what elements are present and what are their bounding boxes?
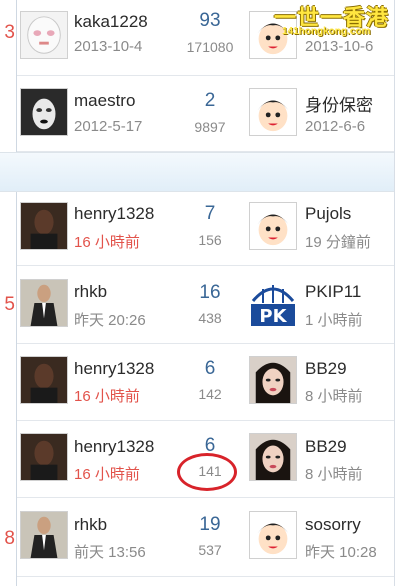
reply-count: 19 xyxy=(199,514,221,535)
author-name[interactable]: henry1328 xyxy=(74,437,154,457)
author-name[interactable]: henry1328 xyxy=(74,359,154,379)
thread-row[interactable]: 5 rhkb 昨天 20:26 16 438 PK PKIP11 1 小時前 xyxy=(4,266,394,344)
author-name[interactable]: maestro xyxy=(74,91,135,111)
author-name[interactable]: rhkb xyxy=(74,282,107,302)
last-poster-name[interactable]: Pujols xyxy=(305,204,351,224)
last-post-time: 8 小時前 xyxy=(305,388,363,405)
last-poster-name[interactable]: sosorry xyxy=(305,515,361,535)
last-post-time: 2012-6-6 xyxy=(305,118,366,135)
last-poster-name[interactable]: 身份保密 xyxy=(305,91,373,116)
view-count: 438 xyxy=(198,310,222,326)
last-post-time: 19 分鐘前 xyxy=(305,234,371,251)
girl-avatar[interactable] xyxy=(249,356,297,404)
reply-count: 93 xyxy=(199,10,221,31)
man-avatar[interactable] xyxy=(20,433,68,481)
highlight-circle xyxy=(177,453,237,491)
view-count: 9897 xyxy=(194,119,226,135)
frame-right-border xyxy=(394,0,395,586)
author-time: 16 小時前 xyxy=(74,388,140,405)
author-name[interactable]: henry1328 xyxy=(74,204,154,224)
author-time: 2013-10-4 xyxy=(74,38,143,55)
row-index: 8 xyxy=(4,528,15,549)
girl-avatar[interactable] xyxy=(249,433,297,481)
pk-logo-avatar[interactable]: PK xyxy=(249,279,297,327)
reply-count: 6 xyxy=(204,358,216,379)
suit-avatar[interactable] xyxy=(20,279,68,327)
reply-count: 2 xyxy=(204,90,216,111)
thread-row[interactable]: henry1328 16 小時前 6 142 BB29 8 小時前 xyxy=(17,344,394,421)
view-count: 142 xyxy=(198,386,222,402)
last-poster-name[interactable]: BB29 xyxy=(305,359,347,379)
author-name[interactable]: rhkb xyxy=(74,515,107,535)
suit-avatar[interactable] xyxy=(20,511,68,559)
last-post-time: 昨天 10:28 xyxy=(305,544,377,561)
author-time: 16 小時前 xyxy=(74,234,140,251)
last-post-time: 1 小時前 xyxy=(305,312,363,329)
reply-count: 16 xyxy=(199,282,221,303)
row-index: 5 xyxy=(4,294,15,315)
cartoon-avatar[interactable] xyxy=(249,88,297,136)
mask-avatar[interactable] xyxy=(20,11,68,59)
view-count: 171080 xyxy=(186,39,234,55)
watermark-url: 141hongkong.com xyxy=(282,26,371,37)
view-count: 156 xyxy=(198,232,222,248)
last-poster-name[interactable]: PKIP11 xyxy=(305,282,361,302)
woman-avatar[interactable] xyxy=(20,88,68,136)
last-poster-name[interactable]: BB29 xyxy=(305,437,347,457)
author-name[interactable]: kaka1228 xyxy=(74,12,148,32)
section-divider xyxy=(0,152,394,192)
watermark-logo: 一世一香港 141hongkong.com xyxy=(274,0,407,42)
thread-row[interactable]: 8 rhkb 前天 13:56 19 537 sosorry 昨天 10:28 xyxy=(4,498,394,577)
row-index: 3 xyxy=(4,22,15,43)
svg-text:PK: PK xyxy=(259,306,287,327)
last-post-time: 8 小時前 xyxy=(305,466,363,483)
author-time: 前天 13:56 xyxy=(74,544,146,561)
author-time: 昨天 20:26 xyxy=(74,312,146,329)
man-avatar[interactable] xyxy=(20,202,68,250)
author-time: 2012-5-17 xyxy=(74,118,143,135)
view-count: 537 xyxy=(198,542,222,558)
man-avatar[interactable] xyxy=(20,356,68,404)
reply-count: 7 xyxy=(204,203,216,224)
cartoon-avatar[interactable] xyxy=(249,202,297,250)
thread-row[interactable]: maestro 2012-5-17 2 9897 身份保密 2012-6-6 xyxy=(17,76,394,152)
author-time: 16 小時前 xyxy=(74,466,140,483)
thread-row[interactable]: henry1328 16 小時前 7 156 Pujols 19 分鐘前 xyxy=(17,191,394,266)
cartoon-avatar[interactable] xyxy=(249,511,297,559)
